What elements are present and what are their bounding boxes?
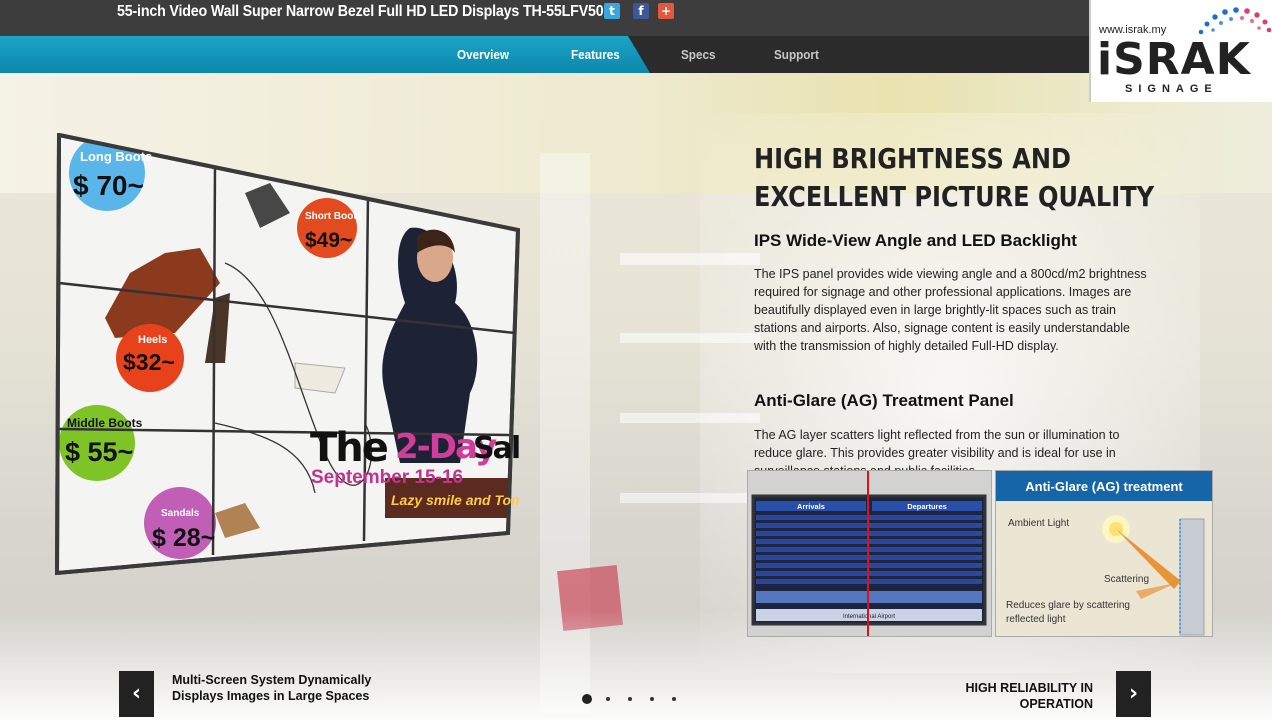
tab-specs[interactable]: Specs [681,47,715,62]
airport-footer-label: International Airport [843,614,895,620]
sale-dates: September 15-16 [311,467,463,488]
israk-logo[interactable]: www.israk.my iSRAK SIGNAGE [1089,0,1272,102]
tab-features[interactable]: Features [571,47,620,62]
departures-label: Departures [907,502,947,511]
ag-ambient-label: Ambient Light [1008,518,1069,529]
long-boots-label: Long Boots [80,149,152,164]
short-boots-price: $49~ [305,229,352,252]
paragraph-ips: The IPS panel provides wide viewing angl… [754,267,1147,353]
long-boots-price: $ 70~ [73,170,144,201]
pagination-dot-active[interactable] [582,693,592,704]
heels-price: $32~ [123,349,175,375]
page-title: 55-inch Video Wall Super Narrow Bezel Fu… [117,3,604,20]
next-slide-button[interactable]: › [1116,671,1151,717]
tab-overview[interactable]: Overview [457,47,509,62]
heading-line-2: EXCELLENT PICTURE QUALITY [754,180,1155,213]
pagination-dot[interactable] [672,696,676,701]
arrivals-label: Arrivals [797,502,825,511]
ag-scattering-label: Scattering [1104,574,1149,585]
slide-pagination [582,690,694,708]
title-bar: 55-inch Video Wall Super Narrow Bezel Fu… [0,0,1090,36]
pagination-dot[interactable] [650,696,654,701]
short-boots-label: Short Boots [305,211,363,222]
pagination-dot[interactable] [606,696,610,701]
logo-brand: iSRAK [1097,34,1251,85]
sale-tag: Lazy smile and Tom [391,492,520,508]
sale-the: The [310,425,388,471]
facebook-icon[interactable]: f [633,3,649,19]
sandals-label: Sandals [161,508,200,519]
middle-boots-price: $ 55~ [65,437,133,467]
ag-title: Anti-Glare (AG) treatment [1025,479,1183,494]
heels-label: Heels [138,334,167,346]
airport-board-image: Arrivals Departures International Airpor… [747,470,992,637]
next-slide-label[interactable]: HIGH RELIABILITY IN OPERATION [940,680,1093,712]
anti-glare-diagram: Anti-Glare (AG) treatment Ambient Light … [995,470,1213,637]
logo-dots-icon [1198,7,1271,35]
pagination-dot[interactable] [628,696,632,701]
logo-subtitle: SIGNAGE [1125,83,1218,95]
subheading-ips: IPS Wide-View Angle and LED Backlight [754,231,1077,250]
tab-support[interactable]: Support [774,47,819,62]
feature-heading: HIGH BRIGHTNESS AND EXCELLENT PICTURE QU… [754,140,1154,216]
heading-line-1: HIGH BRIGHTNESS AND [754,142,1071,175]
prev-slide-button[interactable]: ‹ [119,671,154,717]
sale-word: Sale [473,431,520,466]
twitter-icon[interactable]: t [604,3,620,19]
video-wall-image: Long Boots $ 70~ Short Boots $49~ Heels … [55,133,520,576]
subheading-anti-glare: Anti-Glare (AG) Treatment Panel [754,391,1014,410]
middle-boots-label: Middle Boots [67,416,143,430]
sandals-price: $ 28~ [152,524,215,552]
google-plus-icon[interactable]: + [658,3,674,19]
prev-slide-label[interactable]: Multi-Screen System Dynamically Displays… [172,672,372,704]
section-nav: Overview Features Specs Support [0,36,1090,73]
